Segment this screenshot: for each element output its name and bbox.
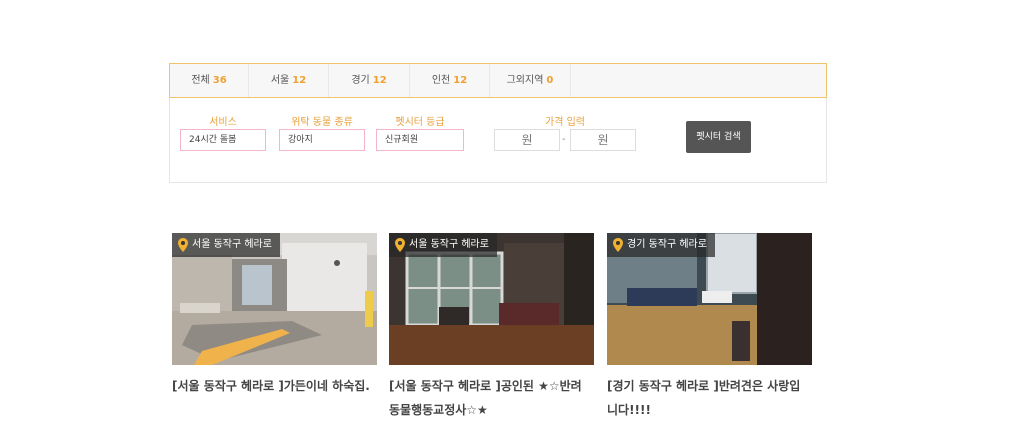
map-pin-icon — [613, 238, 623, 252]
animal-type-select[interactable]: 강아지 — [279, 129, 365, 151]
tab-incheon[interactable]: 인천 12 — [410, 64, 490, 97]
sitter-search-button[interactable]: 펫시터 검색 — [686, 121, 751, 153]
price-separator: - — [562, 134, 566, 145]
animal-type-label: 위탁 동물 종류 — [291, 117, 353, 128]
price-min-input[interactable]: 원 — [494, 129, 560, 151]
tab-count: 12 — [372, 75, 387, 86]
listing-title[interactable]: [서울 동작구 헤라로 ]가든이네 하숙집. — [172, 374, 372, 398]
region-tabs: 전체 36 서울 12 경기 12 인천 12 그외지역 0 — [169, 63, 827, 98]
listing-photo[interactable]: 경기 동작구 헤라로 — [607, 233, 812, 365]
location-badge: 경기 동작구 헤라로 — [607, 233, 715, 257]
tab-seoul[interactable]: 서울 12 — [249, 64, 329, 97]
map-pin-icon — [395, 238, 405, 252]
tab-count: 12 — [292, 75, 307, 86]
price-label: 가격 입력 — [545, 117, 585, 128]
listing-photo[interactable]: 서울 동작구 헤라로 — [172, 233, 377, 365]
service-label: 서비스 — [209, 117, 237, 128]
tab-count: 0 — [546, 75, 554, 86]
tab-label: 전체 — [191, 75, 210, 86]
price-max-input[interactable]: 원 — [570, 129, 636, 151]
tab-label: 경기 — [351, 75, 370, 86]
listing-title[interactable]: [경기 동작구 헤라로 ]반려견은 사랑입니다!!!! — [607, 374, 807, 422]
sitter-grade-select[interactable]: 신규회원 — [376, 129, 464, 151]
service-select[interactable]: 24시간 돌봄 — [180, 129, 266, 151]
map-pin-icon — [178, 238, 188, 252]
tab-label: 그외지역 — [506, 75, 544, 86]
location-badge: 서울 동작구 헤라로 — [389, 233, 497, 257]
listing-title[interactable]: [서울 동작구 헤라로 ]공인된 ★☆반려동물행동교정사☆★ — [389, 374, 589, 422]
listing-card[interactable]: 경기 동작구 헤라로 [경기 동작구 헤라로 ]반려견은 사랑입니다!!!! — [607, 233, 812, 422]
tab-all[interactable]: 전체 36 — [170, 64, 249, 97]
tab-gyeonggi[interactable]: 경기 12 — [329, 64, 410, 97]
location-badge: 서울 동작구 헤라로 — [172, 233, 280, 257]
tab-label: 서울 — [270, 75, 290, 86]
sitter-grade-label: 펫시터 등급 — [395, 117, 445, 128]
listing-photo[interactable]: 서울 동작구 헤라로 — [389, 233, 594, 365]
tab-count: 12 — [453, 75, 468, 86]
listing-card[interactable]: 서울 동작구 헤라로 [서울 동작구 헤라로 ]가든이네 하숙집. — [172, 233, 377, 398]
location-text: 서울 동작구 헤라로 — [192, 239, 272, 250]
search-filter-panel: 전체 36 서울 12 경기 12 인천 12 그외지역 0 서비스 24시간 돌봄 위탁… — [169, 63, 827, 183]
location-text: 경기 동작구 헤라로 — [627, 239, 707, 250]
tab-count: 36 — [212, 75, 227, 86]
tab-label: 인천 — [431, 75, 451, 86]
tab-other-regions[interactable]: 그외지역 0 — [490, 64, 571, 97]
listing-card[interactable]: 서울 동작구 헤라로 [서울 동작구 헤라로 ]공인된 ★☆반려동물행동교정사☆… — [389, 233, 594, 422]
location-text: 서울 동작구 헤라로 — [409, 239, 489, 250]
